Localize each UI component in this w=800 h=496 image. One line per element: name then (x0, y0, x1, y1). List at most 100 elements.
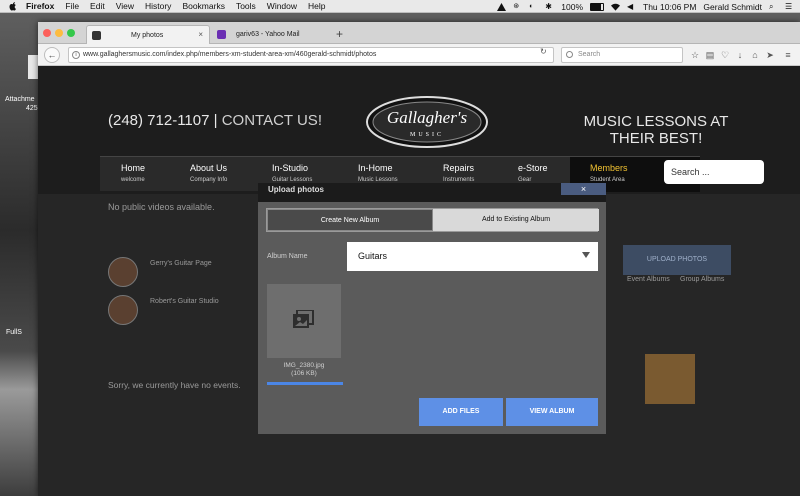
tab-my-photos[interactable]: My photos × (86, 25, 210, 44)
downloads-icon[interactable]: ↓ (735, 50, 745, 60)
menu-bookmarks[interactable]: Bookmarks (182, 1, 225, 11)
menu-view[interactable]: View (116, 1, 134, 11)
close-window-button[interactable] (43, 29, 51, 37)
page-link[interactable]: Gerry's Guitar Page (150, 260, 212, 267)
search-icon (566, 51, 573, 58)
album-thumbnail[interactable] (645, 354, 695, 404)
avatar[interactable] (108, 257, 138, 287)
contact-link[interactable]: CONTACT US! (218, 112, 322, 129)
tab-yahoo-mail[interactable]: gariv63 - Yahoo Mail (212, 25, 332, 44)
minimize-window-button[interactable] (55, 29, 63, 37)
site-search-input[interactable]: Search ... (664, 160, 764, 184)
zoom-window-button[interactable] (67, 29, 75, 37)
gallaghers-logo[interactable]: Gallagher's MUSIC (365, 94, 489, 150)
nav-about-label: About Us (190, 163, 228, 173)
tab-add-existing-album[interactable]: Add to Existing Album (433, 209, 599, 231)
browser-search-placeholder: Search (578, 51, 601, 58)
avatar[interactable] (108, 295, 138, 325)
bluetooth-icon[interactable]: ✱ (545, 2, 554, 11)
album-name-value: Guitars (358, 251, 388, 261)
notification-center-icon[interactable]: ☰ (785, 2, 794, 11)
event-albums-tab[interactable]: Event Albums (627, 276, 670, 283)
view-album-button[interactable]: VIEW ALBUM (506, 398, 598, 426)
menu-edit[interactable]: Edit (90, 1, 105, 11)
upload-photos-button[interactable]: UPLOAD PHOTOS (623, 245, 731, 275)
pocket-icon[interactable]: ♡ (720, 50, 730, 60)
web-page: (248) 712-1107 | CONTACT US! Gallagher's… (38, 67, 800, 496)
volume-icon[interactable]: ◀ (627, 2, 636, 11)
apple-icon[interactable] (8, 1, 18, 11)
nav-about[interactable]: About Us Company Info (190, 163, 227, 185)
nav-home[interactable]: Home welcome (121, 163, 145, 185)
group-albums-tab[interactable]: Group Albums (680, 276, 724, 283)
nav-in-home[interactable]: In-Home Music Lessons (358, 163, 398, 185)
wifi-icon[interactable] (611, 3, 621, 11)
site-favicon-icon (92, 31, 101, 40)
site-tagline: MUSIC LESSONS AT THEIR BEST! (583, 113, 729, 147)
spotlight-icon[interactable]: ⌕ (769, 2, 778, 11)
nav-in-studio[interactable]: In-Studio Guitar Lessons (272, 163, 312, 185)
nav-e-store-label: e-Store (518, 163, 548, 173)
add-files-button[interactable]: ADD FILES (419, 398, 503, 426)
album-name-label: Album Name (267, 253, 308, 260)
phone-number[interactable]: (248) 712-1107 | (108, 112, 218, 129)
reading-list-icon[interactable]: ▤ (705, 50, 715, 60)
home-icon[interactable]: ⌂ (750, 50, 760, 60)
desktop-file-size: 425 (26, 105, 38, 112)
nav-in-studio-label: In-Studio (272, 163, 309, 173)
no-events-text: Sorry, we currently have no events. (108, 380, 241, 390)
lastpass-icon[interactable]: ⊛ (513, 3, 522, 11)
logo-text: Gallagher's (387, 108, 468, 127)
nav-members[interactable]: Members Student Area (590, 163, 628, 185)
new-tab-button[interactable]: + (336, 27, 343, 41)
nav-repairs-label: Repairs (443, 163, 475, 173)
tab-title: My photos (131, 31, 164, 39)
modal-close-button[interactable]: × (561, 183, 606, 195)
bookmark-star-icon[interactable]: ☆ (690, 50, 700, 60)
page-link[interactable]: Robert's Guitar Studio (150, 298, 219, 305)
photo-icon (293, 310, 314, 328)
photo-file-info: IMG_2380.jpg (106 KB) (267, 362, 341, 378)
tab-bar: My photos × gariv63 - Yahoo Mail + (38, 22, 800, 44)
drive-icon[interactable] (497, 2, 507, 11)
nav-repairs[interactable]: Repairs Instruments (443, 163, 474, 185)
nav-members-label: Members (590, 163, 628, 173)
battery-percent: 100% (561, 1, 584, 12)
url-bar[interactable]: i www.gallaghersmusic.com/index.php/memb… (68, 47, 554, 63)
menu-help[interactable]: Help (308, 1, 325, 11)
back-button[interactable]: ← (44, 47, 60, 63)
nav-about-sub: Company Info (190, 177, 228, 183)
upload-progress-bar (267, 382, 343, 385)
header-phone: (248) 712-1107 | CONTACT US! (108, 112, 322, 129)
desktop-file-label[interactable]: Attachme (5, 96, 35, 103)
nav-in-home-label: In-Home (358, 163, 393, 173)
nav-home-label: Home (121, 163, 146, 173)
tab-create-new-album[interactable]: Create New Album (267, 209, 433, 231)
album-name-select[interactable]: Guitars (347, 242, 598, 271)
menu-icon[interactable]: ≡ (783, 50, 793, 60)
logo-subtext: MUSIC (410, 132, 444, 138)
photo-file-size: (106 KB) (291, 370, 317, 377)
photo-thumbnail[interactable] (267, 284, 341, 358)
menu-tools[interactable]: Tools (236, 1, 256, 11)
nav-home-sub: welcome (121, 177, 145, 183)
send-icon[interactable]: ➤ (765, 50, 775, 60)
mac-menubar: Firefox File Edit View History Bookmarks… (0, 0, 800, 13)
nav-e-store[interactable]: e-Store Gear (518, 163, 548, 185)
modal-title: Upload photos (268, 185, 324, 194)
browser-search-box[interactable]: Search (561, 47, 683, 63)
menu-history[interactable]: History (145, 1, 171, 11)
menu-window[interactable]: Window (267, 1, 297, 11)
clock[interactable]: Thu 10:06 PM (643, 2, 696, 12)
close-tab-icon[interactable]: × (198, 30, 203, 39)
chevron-down-icon (582, 252, 590, 258)
navigation-bar: ← i www.gallaghersmusic.com/index.php/me… (38, 44, 800, 66)
sync-icon[interactable]: ◐ (529, 3, 538, 11)
battery-icon[interactable] (590, 2, 605, 11)
reload-icon[interactable]: ↻ (540, 47, 547, 56)
site-info-icon[interactable]: i (72, 51, 80, 59)
menu-file[interactable]: File (65, 1, 79, 11)
menu-app-name[interactable]: Firefox (26, 1, 54, 11)
user-name[interactable]: Gerald Schmidt (703, 2, 762, 12)
desktop-file-label-2[interactable]: FullS (6, 329, 22, 336)
